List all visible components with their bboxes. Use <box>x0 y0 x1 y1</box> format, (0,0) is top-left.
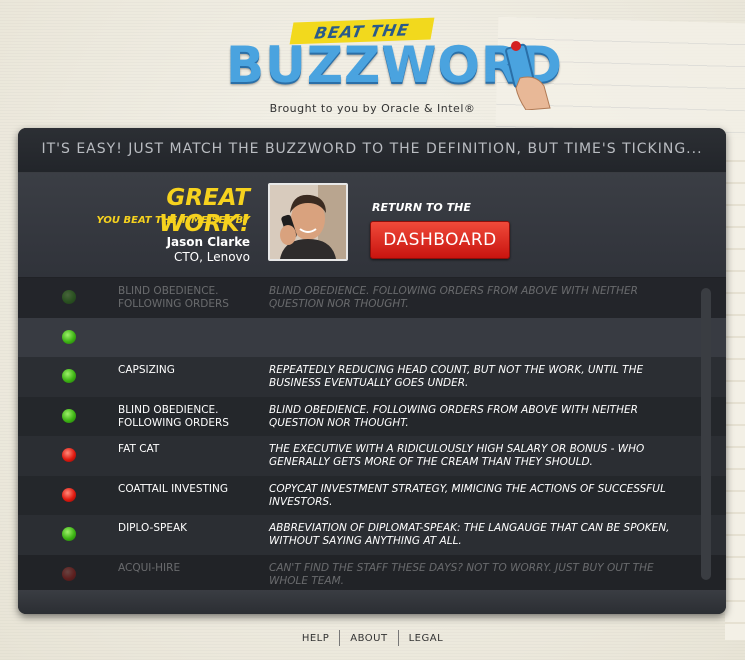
about-link[interactable]: ABOUT <box>340 633 397 644</box>
list-item[interactable]: COATTAIL INVESTING COPYCAT INVESTMENT STR… <box>18 475 726 515</box>
list-item[interactable] <box>18 317 726 357</box>
legal-link[interactable]: LEGAL <box>399 633 454 644</box>
list-item[interactable]: BLIND OBEDIENCE. FOLLOWING ORDERS BLIND O… <box>18 396 726 436</box>
panel-bottom-bar <box>18 590 726 614</box>
buzzword-list: BLIND OBEDIENCE. FOLLOWING ORDERS BLIND O… <box>18 278 726 590</box>
result-section: GREAT WORK! YOU BEAT THE TIME SET BY Jas… <box>18 173 726 277</box>
correct-status-icon <box>62 290 76 304</box>
correct-status-icon <box>62 408 76 423</box>
person-photo <box>268 183 348 261</box>
list-item[interactable]: FAT CAT THE EXECUTIVE WITH A RIDICULOUSLY… <box>18 436 726 476</box>
buzzword-term: FAT CAT <box>118 443 160 455</box>
buzzword-term: ACQUI-HIRE <box>118 561 181 574</box>
instruction-text: IT'S EASY! JUST MATCH THE BUZZWORD TO TH… <box>18 128 726 173</box>
list-item[interactable]: CAPSIZING REPEATEDLY REDUCING HEAD COUNT,… <box>18 357 726 397</box>
incorrect-status-icon <box>62 566 76 581</box>
paper-edge <box>725 140 745 640</box>
incorrect-status-icon <box>62 487 76 502</box>
incorrect-status-icon <box>62 448 76 462</box>
result-headline: GREAT WORK! <box>159 185 250 237</box>
buzzword-term: COATTAIL INVESTING <box>118 482 229 495</box>
sponsor-text: Brought to you by Oracle & Intel® <box>269 102 476 115</box>
person-photo-image <box>270 185 346 259</box>
hand-holding-pin-icon <box>505 41 551 110</box>
buzzword-definition: CAN'T FIND THE STAFF THESE DAYS? NOT TO … <box>269 561 654 587</box>
footer-nav: HELP ABOUT LEGAL <box>0 630 745 646</box>
correct-status-icon <box>62 369 76 383</box>
correct-status-icon <box>62 329 76 344</box>
list-item[interactable]: DIPLO-SPEAK ABBREVIATION OF DIPLOMAT-SPEA… <box>18 515 726 555</box>
buzzword-definition: BLIND OBEDIENCE. FOLLOWING ORDERS FROM A… <box>269 285 638 310</box>
buzzword-term: DIPLO-SPEAK <box>118 522 188 534</box>
dashboard-button[interactable]: DASHBOARD <box>370 221 510 259</box>
list-item[interactable]: BLIND OBEDIENCE. FOLLOWING ORDERS BLIND O… <box>18 278 726 318</box>
buzzword-term: BLIND OBEDIENCE. FOLLOWING ORDERS <box>118 285 229 310</box>
list-scrollbar[interactable] <box>701 288 711 580</box>
buzzword-definition: BLIND OBEDIENCE. FOLLOWING ORDERS FROM A… <box>269 403 638 429</box>
help-link[interactable]: HELP <box>292 633 339 644</box>
buzzword-term: CAPSIZING <box>118 364 175 376</box>
game-panel: IT'S EASY! JUST MATCH THE BUZZWORD TO TH… <box>18 128 726 614</box>
buzzword-term: BLIND OBEDIENCE. FOLLOWING ORDERS <box>118 403 229 429</box>
beat-time-text: YOU BEAT THE TIME SET BY <box>96 215 251 226</box>
return-label: RETURN TO THE <box>372 201 471 214</box>
buzzword-definition: COPYCAT INVESTMENT STRATEGY, MIMICING TH… <box>269 482 666 508</box>
person-name: Jason Clarke <box>166 235 250 249</box>
buzzword-definition: REPEATEDLY REDUCING HEAD COUNT, BUT NOT … <box>269 364 644 389</box>
buzzword-definition: ABBREVIATION OF DIPLOMAT-SPEAK: THE LANG… <box>269 522 670 547</box>
correct-status-icon <box>62 527 76 541</box>
buzzword-definition: THE EXECUTIVE WITH A RIDICULOUSLY HIGH S… <box>269 443 645 468</box>
person-title: CTO, Lenovo <box>173 250 250 264</box>
list-item[interactable]: ACQUI-HIRE CAN'T FIND THE STAFF THESE DAY… <box>18 554 726 590</box>
